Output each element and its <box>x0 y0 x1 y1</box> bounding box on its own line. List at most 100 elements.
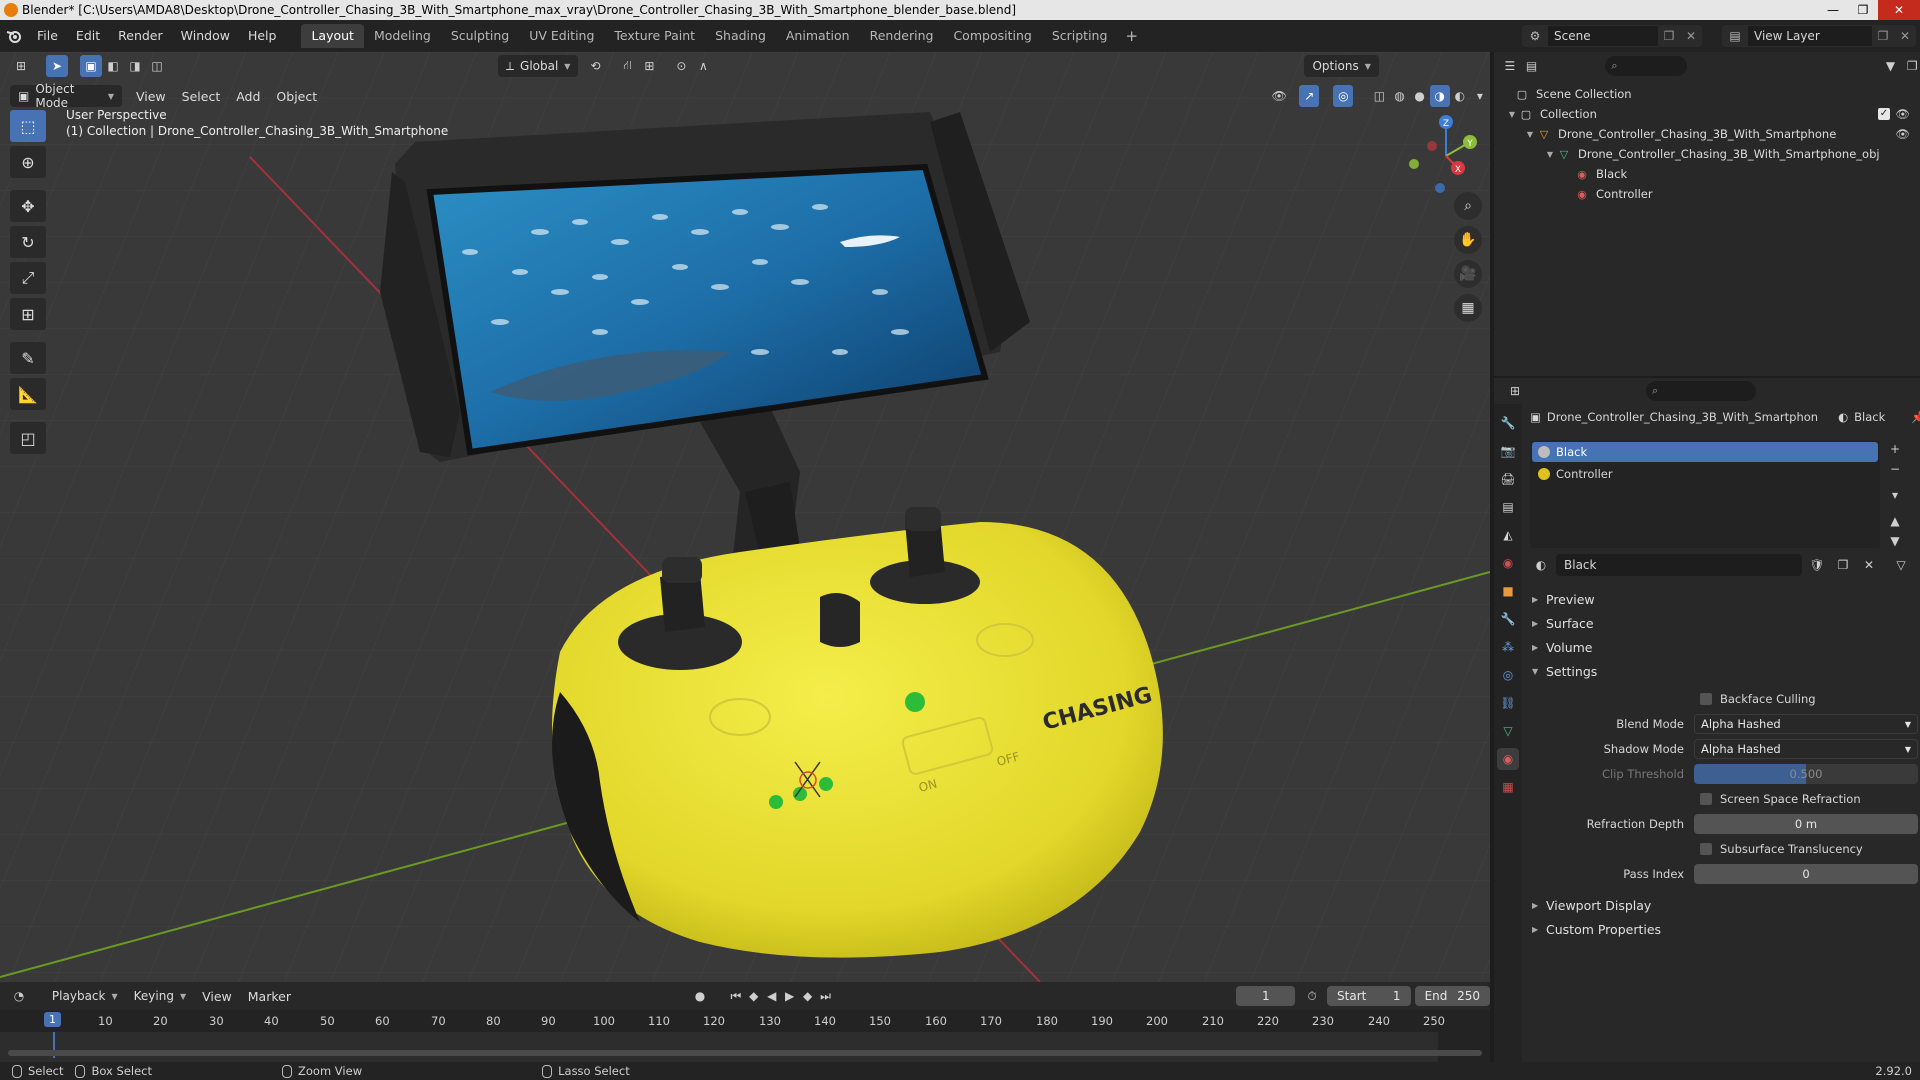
screen-space-refraction-row[interactable]: Screen Space Refraction <box>1524 788 1920 810</box>
tab-uv-editing[interactable]: UV Editing <box>519 24 604 48</box>
new-view-layer-icon[interactable]: ❐ <box>1872 29 1894 43</box>
material-tab-icon[interactable]: ◉ <box>1497 748 1519 770</box>
menu-file[interactable]: File <box>28 20 67 52</box>
jump-end-icon[interactable]: ⏭ <box>817 985 835 1007</box>
gizmo-toggle-icon[interactable]: ↗ <box>1299 85 1320 107</box>
start-frame-field[interactable]: Start 1 <box>1327 986 1411 1006</box>
world-tab-icon[interactable]: ◉ <box>1497 552 1519 574</box>
modifier-tab-icon[interactable]: 🔧 <box>1497 608 1519 630</box>
scene-selector[interactable]: ⚙ Scene ❐ ✕ <box>1522 25 1702 47</box>
backface-culling-checkbox[interactable] <box>1700 693 1712 705</box>
menu-render[interactable]: Render <box>109 20 172 52</box>
play-icon[interactable]: ▶ <box>781 985 799 1007</box>
current-frame-indicator[interactable]: 1 <box>44 1012 61 1027</box>
annotate-tool-icon[interactable]: ✎ <box>10 342 46 374</box>
panel-surface[interactable]: ▶ Surface <box>1524 612 1920 634</box>
outliner-editor-type-icon[interactable]: ☰ <box>1502 55 1518 77</box>
material-slot-controller[interactable]: Controller <box>1532 464 1878 484</box>
clock-icon[interactable]: ⏱ <box>1303 985 1321 1007</box>
select-extend-icon[interactable]: ◧ <box>102 55 124 77</box>
new-scene-icon[interactable]: ❐ <box>1658 29 1680 43</box>
blend-mode-dropdown[interactable]: Alpha Hashed ▼ <box>1694 714 1918 734</box>
tab-sculpting[interactable]: Sculpting <box>441 24 519 48</box>
current-frame-field[interactable]: 1 <box>1236 986 1296 1006</box>
timeline-track-area[interactable] <box>0 1032 1490 1062</box>
render-tab-icon[interactable]: 📷 <box>1497 440 1519 462</box>
particles-tab-icon[interactable]: ⁂ <box>1497 636 1519 658</box>
texture-tab-icon[interactable]: ▦ <box>1497 776 1519 798</box>
move-up-icon[interactable]: ▲ <box>1886 512 1904 530</box>
xray-toggle-icon[interactable]: ◫ <box>1369 85 1389 107</box>
outliner-row-material-controller[interactable]: ◉ Controller <box>1494 184 1920 204</box>
menu-edit[interactable]: Edit <box>67 20 109 52</box>
viewport-menu-select[interactable]: Select <box>174 89 229 104</box>
keying-menu[interactable]: Keying ▼ <box>126 985 194 1007</box>
eye-icon[interactable]: 👁 <box>1895 127 1910 141</box>
tab-texture-paint[interactable]: Texture Paint <box>604 24 705 48</box>
tab-layout[interactable]: Layout <box>301 24 364 48</box>
object-tab-icon[interactable]: ■ <box>1497 580 1519 602</box>
menu-help[interactable]: Help <box>239 20 286 52</box>
pivot-point-icon[interactable]: ⟲ <box>584 55 606 77</box>
3d-viewport[interactable]: CHASING ON OFF ⊞ ➤ ▣ ◧ ◨ ◫ ⟂ Global ▼ ⟲ … <box>0 52 1490 982</box>
panel-viewport-display[interactable]: ▶ Viewport Display <box>1524 894 1920 916</box>
exclude-checkbox[interactable]: ✓ <box>1878 108 1890 120</box>
subsurface-translucency-row[interactable]: Subsurface Translucency <box>1524 838 1920 860</box>
screen-space-refraction-checkbox[interactable] <box>1700 793 1712 805</box>
tab-scripting[interactable]: Scripting <box>1042 24 1118 48</box>
filter-icon[interactable]: ▼ <box>1883 55 1899 77</box>
remove-slot-icon[interactable]: − <box>1886 460 1904 478</box>
timeline-scrollbar[interactable] <box>8 1050 1482 1056</box>
visibility-icon[interactable]: 👁 <box>1269 85 1289 107</box>
pan-hand-icon[interactable]: ✋ <box>1454 226 1482 254</box>
delete-view-layer-icon[interactable]: ✕ <box>1894 29 1916 43</box>
panel-preview[interactable]: ▶ Preview <box>1524 588 1920 610</box>
record-keyframe-icon[interactable]: ● <box>691 985 709 1007</box>
duplicate-material-icon[interactable]: ❐ <box>1832 554 1854 576</box>
outliner-row-scene-collection[interactable]: ▢ Scene Collection <box>1494 84 1920 104</box>
transform-orientation-dropdown[interactable]: ⟂ Global ▼ <box>498 55 579 77</box>
falloff-icon[interactable]: ∧ <box>692 55 714 77</box>
select-subtract-icon[interactable]: ◨ <box>124 55 146 77</box>
outliner-row-object[interactable]: ▼ ▽ Drone_Controller_Chasing_3B_With_Sma… <box>1494 124 1920 144</box>
properties-editor-type-icon[interactable]: ⊞ <box>1504 380 1526 402</box>
panel-settings[interactable]: ▼ Settings <box>1524 660 1920 682</box>
shadow-mode-dropdown[interactable]: Alpha Hashed ▼ <box>1694 739 1918 759</box>
subsurface-translucency-checkbox[interactable] <box>1700 843 1712 855</box>
rotate-tool-icon[interactable]: ↻ <box>10 226 46 258</box>
expand-chevron-icon[interactable]: ▼ <box>1506 110 1518 119</box>
output-tab-icon[interactable]: 🖨 <box>1497 468 1519 490</box>
select-box-tool-icon[interactable]: ⬚ <box>10 110 46 142</box>
display-mode-icon[interactable]: ▤ <box>1524 55 1540 77</box>
move-tool-icon[interactable]: ✥ <box>10 190 46 222</box>
browse-material-icon[interactable]: ◐ <box>1530 554 1552 576</box>
add-cube-tool-icon[interactable]: ◰ <box>10 422 46 454</box>
viewport-menu-object[interactable]: Object <box>268 89 325 104</box>
expand-chevron-icon[interactable]: ▼ <box>1544 150 1556 159</box>
scene-tab-icon[interactable]: ◭ <box>1497 524 1519 546</box>
options-dropdown[interactable]: Options ▼ <box>1304 55 1379 77</box>
backface-culling-row[interactable]: Backface Culling <box>1524 688 1920 710</box>
outliner-row-collection[interactable]: ▼ ▢ Collection ✓ 👁 <box>1494 104 1920 124</box>
outliner-search-input[interactable]: ⌕ <box>1605 56 1687 76</box>
playback-menu[interactable]: Playback ▼ <box>44 985 126 1007</box>
delete-scene-icon[interactable]: ✕ <box>1680 29 1702 43</box>
blender-menu-icon[interactable] <box>0 20 28 52</box>
eye-icon[interactable]: 👁 <box>1895 107 1910 121</box>
wireframe-shading-icon[interactable]: ◍ <box>1390 85 1410 107</box>
viewport-menu-view[interactable]: View <box>128 89 174 104</box>
pass-index-field[interactable]: 0 <box>1694 864 1918 884</box>
end-frame-field[interactable]: End 250 <box>1414 986 1490 1006</box>
data-tab-icon[interactable]: ▽ <box>1497 720 1519 742</box>
new-collection-icon[interactable]: ❐ <box>1904 55 1920 77</box>
close-button[interactable]: ✕ <box>1878 0 1920 20</box>
tab-rendering[interactable]: Rendering <box>860 24 944 48</box>
select-tool-icon[interactable]: ➤ <box>46 55 68 77</box>
add-workspace-button[interactable]: + <box>1117 27 1146 45</box>
outliner-row-material-black[interactable]: ◉ Black <box>1494 164 1920 184</box>
prev-keyframe-icon[interactable]: ◆ <box>745 985 763 1007</box>
navigation-gizmo[interactable]: Z Y X <box>1398 108 1490 204</box>
mode-dropdown[interactable]: ▣ Object Mode ▼ <box>10 82 122 110</box>
tool-tab-icon[interactable]: 🔧 <box>1497 412 1519 434</box>
tab-modeling[interactable]: Modeling <box>364 24 441 48</box>
